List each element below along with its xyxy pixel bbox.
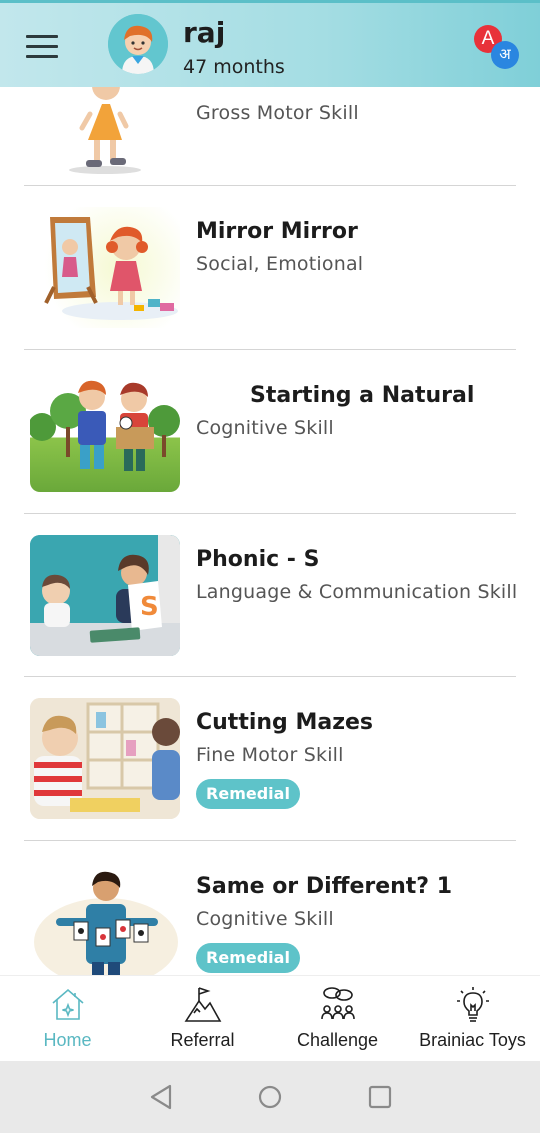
- language-toggle-button[interactable]: A अ: [474, 25, 522, 71]
- home-circle-icon[interactable]: [257, 1083, 283, 1111]
- app-header: raj 47 months A अ: [0, 0, 540, 87]
- bottom-navigation: Home Referral Challenge Brainiac Toys: [0, 975, 540, 1061]
- kids-cutting-photo: [30, 698, 180, 819]
- activity-card[interactable]: Cutting Mazes Fine Motor Skill Remedial: [0, 677, 540, 841]
- activity-skill: Gross Motor Skill: [196, 102, 359, 124]
- home-icon: [52, 988, 84, 1020]
- system-navigation-bar: [0, 1061, 540, 1133]
- two-boys-box-illustration: [30, 371, 180, 492]
- activity-skill: Cognitive Skill: [196, 417, 334, 439]
- activity-title: Phonic - S: [196, 547, 320, 572]
- child-age: 47 months: [183, 56, 285, 78]
- activity-card[interactable]: S Phonic - S Language & Communication Sk…: [0, 514, 540, 678]
- hamburger-menu-icon[interactable]: [26, 35, 58, 59]
- nav-home-label: Home: [43, 1030, 92, 1050]
- activity-title: Starting a Natural: [250, 383, 475, 408]
- activity-card[interactable]: Same or Different? 1 Cognitive Skill Rem…: [0, 841, 540, 975]
- lightbulb-icon: [457, 987, 489, 1022]
- back-icon[interactable]: [148, 1083, 174, 1111]
- activity-title: Cutting Mazes: [196, 710, 374, 735]
- svg-text:S: S: [140, 592, 159, 622]
- mountain-flag-icon: [184, 987, 222, 1022]
- activity-skill: Cognitive Skill: [196, 908, 334, 930]
- girl-mirror-illustration: [30, 207, 180, 328]
- nav-brainiac-toys-label: Brainiac Toys: [419, 1030, 526, 1050]
- nav-challenge-label: Challenge: [296, 1030, 379, 1050]
- nav-referral-label: Referral: [170, 1030, 235, 1050]
- nav-home[interactable]: Home: [0, 976, 135, 1062]
- activity-card[interactable]: Mirror Mirror Social, Emotional: [0, 186, 540, 350]
- teacher-letter-card-photo: S: [30, 535, 180, 656]
- recents-icon[interactable]: [367, 1083, 393, 1111]
- activity-card[interactable]: Starting a Natural Cognitive Skill: [0, 350, 540, 514]
- activity-feed[interactable]: Gross Motor Skill Mirror Mirror Social, …: [0, 0, 540, 975]
- activity-skill: Social, Emotional: [196, 253, 364, 275]
- activity-skill: Language & Communication Skill: [196, 581, 518, 603]
- activity-title: Same or Different? 1: [196, 874, 453, 899]
- avatar[interactable]: [108, 14, 168, 74]
- group-chat-icon: [321, 987, 355, 1020]
- nav-challenge[interactable]: Challenge: [270, 976, 405, 1062]
- language-hindi-icon: अ: [491, 41, 519, 69]
- activity-skill: Fine Motor Skill: [196, 744, 344, 766]
- remedial-badge[interactable]: Remedial: [196, 943, 300, 973]
- nav-referral[interactable]: Referral: [135, 976, 270, 1062]
- child-name: raj: [183, 16, 226, 49]
- nav-brainiac-toys[interactable]: Brainiac Toys: [405, 976, 540, 1062]
- man-playing-cards-illustration: [30, 862, 180, 975]
- remedial-badge[interactable]: Remedial: [196, 779, 300, 809]
- activity-title: Mirror Mirror: [196, 219, 358, 244]
